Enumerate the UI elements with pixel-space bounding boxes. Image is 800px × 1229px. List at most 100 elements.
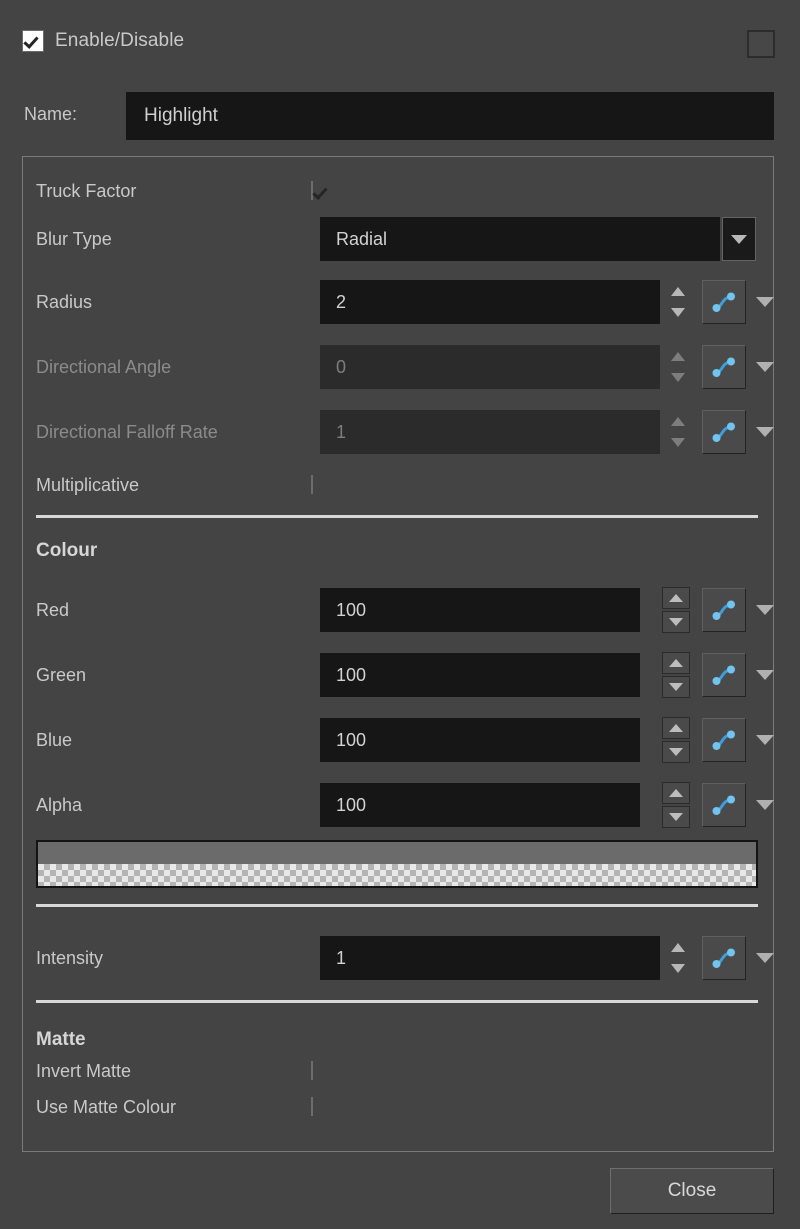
truck-factor-checkbox[interactable] <box>311 181 313 200</box>
radius-function-curve-button[interactable] <box>702 280 746 324</box>
separator-colour <box>36 515 758 518</box>
function-curve-icon <box>712 357 735 377</box>
separator-intensity <box>36 904 758 907</box>
green-curve-dropdown-icon[interactable] <box>756 670 774 680</box>
radius-curve-dropdown-icon[interactable] <box>756 297 774 307</box>
blue-label: Blue <box>36 729 73 750</box>
enable-disable-row[interactable]: Enable/Disable <box>22 30 184 52</box>
directional-angle-curve-dropdown-icon[interactable] <box>756 362 774 372</box>
blue-curve-dropdown-icon[interactable] <box>756 735 774 745</box>
radius-input[interactable]: 2 <box>320 280 660 324</box>
function-curve-icon <box>712 422 735 442</box>
arrow-up-icon[interactable] <box>671 943 685 952</box>
arrow-up-icon[interactable] <box>662 717 690 739</box>
intensity-function-curve-button[interactable] <box>702 936 746 980</box>
use-matte-colour-label: Use Matte Colour <box>36 1096 177 1117</box>
multiplicative-checkbox-wrap[interactable] <box>311 475 313 494</box>
arrow-up-icon[interactable] <box>662 587 690 609</box>
directional-falloff-rate-curve-dropdown-icon[interactable] <box>756 427 774 437</box>
arrow-up-icon[interactable] <box>671 287 685 296</box>
row-radius: Radius 2 <box>23 276 774 328</box>
arrow-down-icon[interactable] <box>662 741 690 763</box>
directional-falloff-rate-input[interactable]: 1 <box>320 410 660 454</box>
blue-function-curve-button[interactable] <box>702 718 746 762</box>
properties-groupbox: Truck Factor Blur Type Radial Radius 2 D… <box>22 156 774 1152</box>
row-multiplicative: Multiplicative <box>23 459 773 511</box>
close-button[interactable]: Close <box>610 1168 774 1214</box>
name-input[interactable]: Highlight <box>126 92 774 140</box>
directional-falloff-rate-stepper[interactable] <box>668 417 688 447</box>
arrow-down-icon[interactable] <box>662 676 690 698</box>
arrow-up-icon[interactable] <box>671 352 685 361</box>
directional-falloff-rate-label: Directional Falloff Rate <box>36 421 218 442</box>
use-matte-colour-checkbox[interactable] <box>311 1097 313 1116</box>
row-directional-angle: Directional Angle 0 <box>23 341 774 393</box>
use-matte-colour-checkbox-wrap[interactable] <box>311 1097 313 1116</box>
arrow-up-icon[interactable] <box>671 417 685 426</box>
function-curve-icon <box>712 795 735 815</box>
blue-input[interactable]: 100 <box>320 718 640 762</box>
chevron-down-icon <box>731 234 747 244</box>
arrow-down-icon[interactable] <box>662 611 690 633</box>
top-bar: Enable/Disable <box>0 0 800 82</box>
function-curve-icon <box>712 600 735 620</box>
intensity-stepper[interactable] <box>668 943 688 973</box>
row-invert-matte: Invert Matte <box>23 1053 773 1089</box>
intensity-input[interactable]: 1 <box>320 936 660 980</box>
alpha-input[interactable]: 100 <box>320 783 640 827</box>
green-stepper[interactable] <box>662 652 690 698</box>
row-red: Red 100 <box>23 584 774 636</box>
row-blur-type: Blur Type Radial <box>23 213 773 265</box>
red-label: Red <box>36 599 70 620</box>
panel-corner-toggle[interactable] <box>747 30 775 58</box>
red-function-curve-button[interactable] <box>702 588 746 632</box>
function-curve-icon <box>712 665 735 685</box>
intensity-curve-dropdown-icon[interactable] <box>756 953 774 963</box>
red-curve-dropdown-icon[interactable] <box>756 605 774 615</box>
directional-angle-function-curve-button[interactable] <box>702 345 746 389</box>
colour-swatch-solid <box>38 842 756 864</box>
name-label: Name: <box>24 104 78 124</box>
alpha-label: Alpha <box>36 794 83 815</box>
enable-disable-checkbox[interactable] <box>22 30 44 52</box>
alpha-stepper[interactable] <box>662 782 690 828</box>
blur-type-dropdown-button[interactable] <box>722 217 756 261</box>
arrow-down-icon[interactable] <box>671 438 685 447</box>
green-input[interactable]: 100 <box>320 653 640 697</box>
directional-angle-input[interactable]: 0 <box>320 345 660 389</box>
arrow-down-icon[interactable] <box>671 964 685 973</box>
blur-type-label: Blur Type <box>36 228 112 249</box>
arrow-up-icon[interactable] <box>662 652 690 674</box>
function-curve-icon <box>712 292 735 312</box>
matte-section-title: Matte <box>36 1029 86 1050</box>
row-alpha: Alpha 100 <box>23 779 774 831</box>
name-row: Name: Highlight <box>0 92 800 140</box>
row-truck-factor: Truck Factor <box>23 165 773 217</box>
alpha-function-curve-button[interactable] <box>702 783 746 827</box>
arrow-up-icon[interactable] <box>662 782 690 804</box>
directional-angle-label: Directional Angle <box>36 356 172 377</box>
radius-label: Radius <box>36 291 93 312</box>
row-intensity: Intensity 1 <box>23 932 774 984</box>
truck-factor-checkbox-wrap[interactable] <box>311 181 313 200</box>
colour-swatch-preview[interactable] <box>36 840 758 888</box>
red-input[interactable]: 100 <box>320 588 640 632</box>
multiplicative-checkbox[interactable] <box>311 475 313 494</box>
red-stepper[interactable] <box>662 587 690 633</box>
row-directional-falloff-rate: Directional Falloff Rate 1 <box>23 406 774 458</box>
arrow-down-icon[interactable] <box>671 308 685 317</box>
invert-matte-checkbox[interactable] <box>311 1061 313 1080</box>
directional-angle-stepper[interactable] <box>668 352 688 382</box>
arrow-down-icon[interactable] <box>671 373 685 382</box>
alpha-curve-dropdown-icon[interactable] <box>756 800 774 810</box>
arrow-down-icon[interactable] <box>662 806 690 828</box>
directional-falloff-rate-function-curve-button[interactable] <box>702 410 746 454</box>
radius-stepper[interactable] <box>668 287 688 317</box>
blue-stepper[interactable] <box>662 717 690 763</box>
green-function-curve-button[interactable] <box>702 653 746 697</box>
green-label: Green <box>36 664 87 685</box>
invert-matte-checkbox-wrap[interactable] <box>311 1061 313 1080</box>
intensity-label: Intensity <box>36 947 104 968</box>
blur-type-select[interactable]: Radial <box>320 217 720 261</box>
row-use-matte-colour: Use Matte Colour <box>23 1089 773 1125</box>
